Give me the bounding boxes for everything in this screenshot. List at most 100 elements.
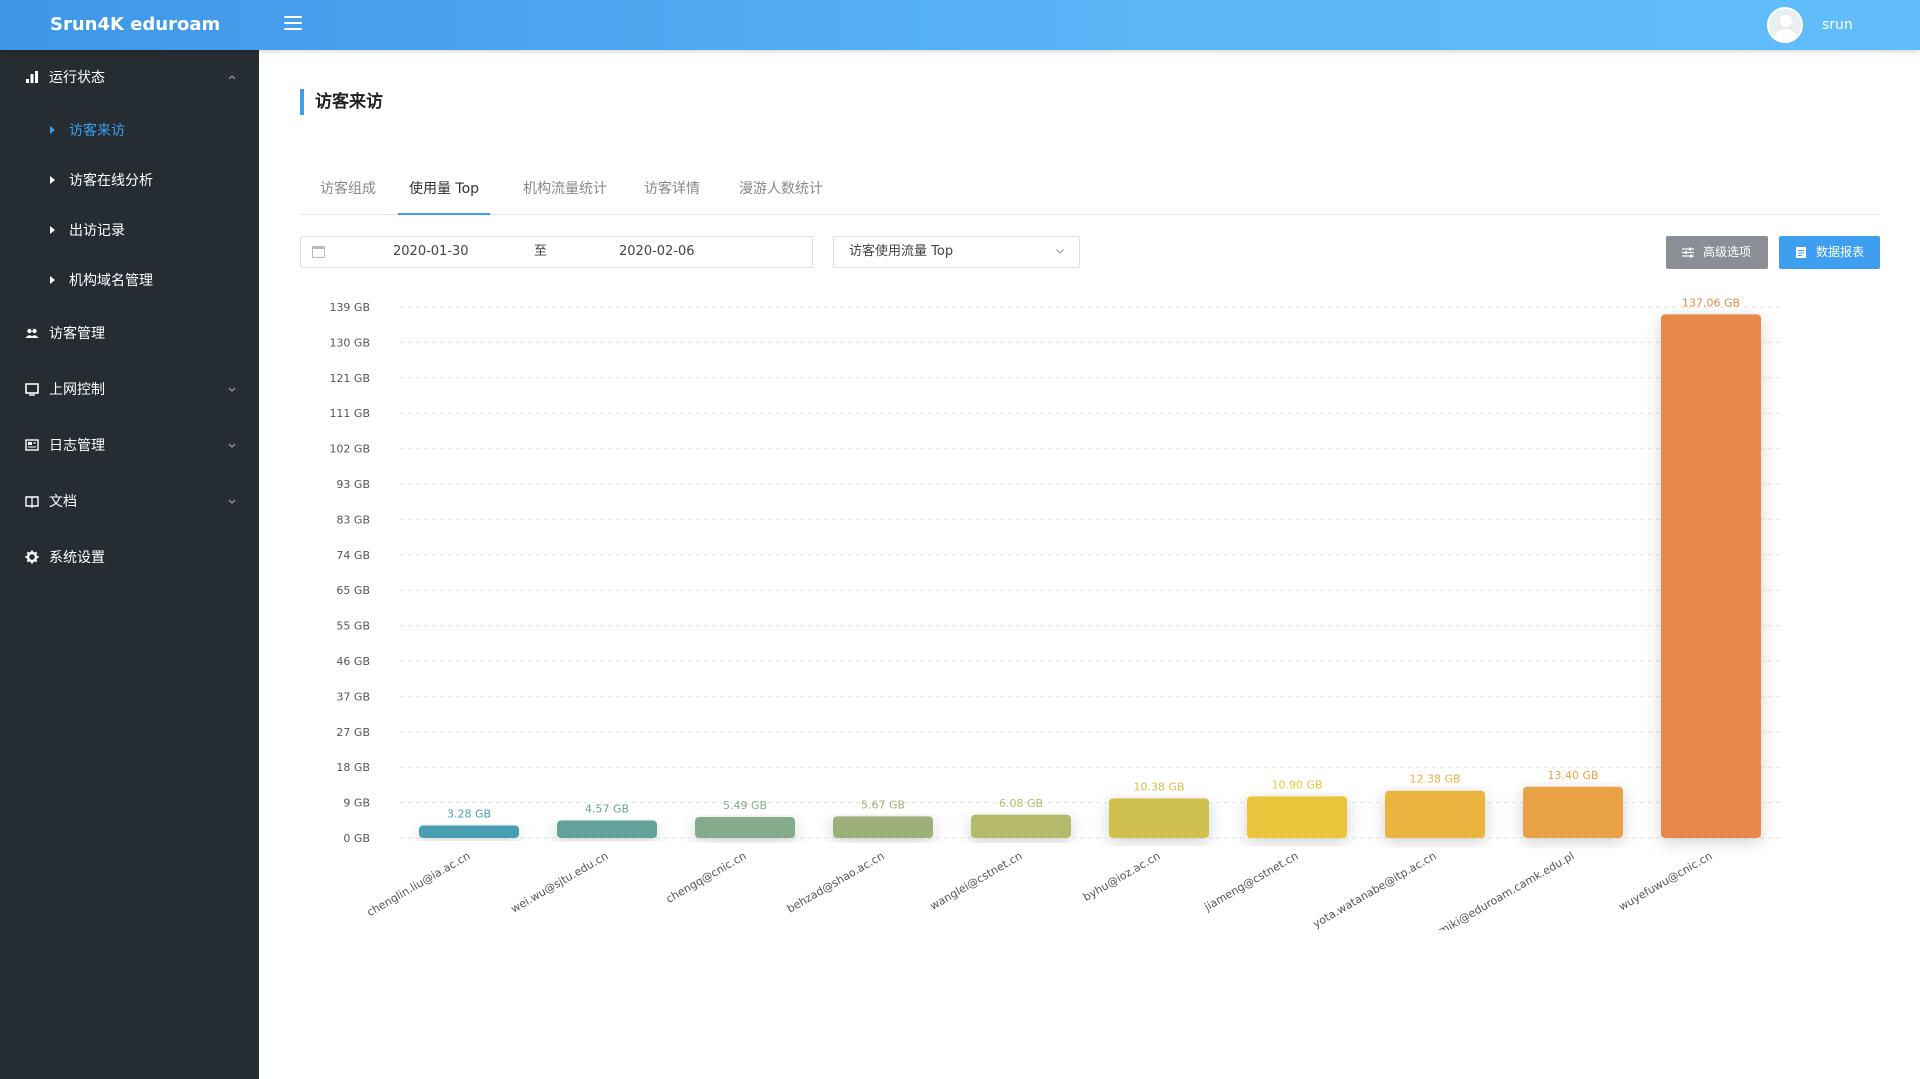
sidebar-subitem-label: 机构域名管理 [69, 273, 153, 289]
usage-bar-chart: 0 GB 9 GB 18 GB 27 GB 37 GB 46 GB 55 GB 65 GB 74… [329, 296, 1780, 930]
y-tick-label: 55 GB [336, 620, 370, 633]
metric-select-value: 访客使用流量 Top [849, 244, 954, 259]
chevron-down-icon [228, 387, 236, 392]
tab-org-traffic[interactable]: 机构流量统计 [515, 165, 615, 215]
chart-bar [1385, 790, 1485, 838]
y-tick-label: 9 GB [343, 797, 370, 810]
sidebar-item-docs[interactable]: 文档 [0, 480, 259, 524]
date-separator: 至 [534, 244, 548, 259]
sidebar-item-label: 系统设置 [49, 550, 105, 566]
sidebar-item-label: 访客管理 [49, 326, 105, 342]
sidebar-subitem-visitor-visits[interactable]: 访客来访 [0, 111, 259, 151]
y-tick-label: 111 GB [329, 407, 370, 420]
sidebar-subitem-label: 访客在线分析 [69, 173, 153, 189]
book-icon [25, 496, 39, 508]
sidebar-item-status[interactable]: 运行状态 [0, 56, 259, 100]
caret-right-icon [50, 226, 55, 234]
advanced-options-button[interactable]: 高级选项 [1666, 236, 1768, 269]
x-category-label: wuyefuwu@cnic.cn [1616, 849, 1714, 913]
chart-bar [1661, 314, 1761, 838]
page-title: 访客来访 [315, 92, 383, 112]
sidebar-subitem-label: 访客来访 [69, 123, 125, 139]
advanced-options-label: 高级选项 [1703, 245, 1752, 259]
sidebar-item-label: 上网控制 [49, 382, 105, 398]
caret-right-icon [50, 276, 55, 284]
sidebar-item-label: 文档 [49, 494, 77, 510]
report-icon [1796, 247, 1806, 258]
bar-value-label: 5.67 GB [861, 798, 905, 811]
bar-value-label: 3.28 GB [447, 807, 491, 820]
bar-value-label: 12.38 GB [1409, 773, 1460, 786]
avatar[interactable] [1767, 7, 1803, 43]
y-tick-label: 93 GB [336, 478, 370, 491]
sidebar-subitem-online-analysis[interactable]: 访客在线分析 [0, 161, 259, 201]
end-date-input[interactable]: 2020-02-06 [619, 237, 695, 267]
tab-visitor-composition[interactable]: 访客组成 [300, 165, 396, 215]
users-icon [25, 328, 39, 338]
tab-visitor-details[interactable]: 访客详情 [637, 165, 707, 215]
bar-value-label: 10.90 GB [1271, 778, 1322, 791]
x-category-label: miki@eduroam.camk.edu.pl [1436, 849, 1576, 930]
top-header: Srun4K eduroam srun [0, 0, 1920, 50]
sidebar-item-access-control[interactable]: 上网控制 [0, 368, 259, 412]
y-tick-label: 65 GB [336, 584, 370, 597]
main-content: 访客来访 访客组成 使用量 Top 机构流量统计 访客详情 漫游人数统计 202… [259, 50, 1920, 1079]
sidebar-item-visitor-management[interactable]: 访客管理 [0, 312, 259, 356]
chevron-down-icon [1056, 249, 1064, 254]
y-tick-label: 46 GB [336, 655, 370, 668]
menu-toggle-icon[interactable] [284, 16, 302, 32]
tab-bar: 访客组成 使用量 Top 机构流量统计 访客详情 漫游人数统计 [300, 165, 1880, 215]
tab-usage-top[interactable]: 使用量 Top [398, 165, 490, 215]
sidebar-item-log-management[interactable]: 日志管理 [0, 424, 259, 468]
y-tick-label: 27 GB [336, 726, 370, 739]
data-report-button[interactable]: 数据报表 [1779, 236, 1880, 269]
gear-icon [25, 550, 39, 564]
chevron-down-icon [228, 443, 236, 448]
chart-bar [419, 825, 519, 838]
username[interactable]: srun [1822, 0, 1853, 50]
y-tick-label: 18 GB [336, 761, 370, 774]
y-tick-label: 130 GB [329, 336, 370, 349]
bar-value-label: 6.08 GB [999, 797, 1043, 810]
x-category-label: wei.wu@sjtu.edu.cn [509, 849, 611, 915]
chart-bar [695, 817, 795, 838]
monitor-icon [25, 383, 39, 396]
data-report-label: 数据报表 [1816, 245, 1865, 259]
sidebar-subitem-outbound-records[interactable]: 出访记录 [0, 211, 259, 251]
bar-value-label: 5.49 GB [723, 799, 767, 812]
chart-bar [833, 816, 933, 838]
bar-value-label: 137.06 GB [1682, 296, 1740, 309]
y-tick-label: 121 GB [329, 372, 370, 385]
y-tick-label: 83 GB [336, 513, 370, 526]
chevron-up-icon [228, 75, 236, 80]
caret-right-icon [50, 126, 55, 134]
title-accent-bar [300, 89, 304, 115]
bar-value-label: 10.38 GB [1133, 780, 1184, 793]
sliders-icon [1682, 247, 1694, 258]
y-tick-label: 74 GB [336, 549, 370, 562]
newspaper-icon [25, 439, 39, 451]
sidebar-item-label: 日志管理 [49, 438, 105, 454]
start-date-input[interactable]: 2020-01-30 [393, 237, 469, 267]
x-category-label: chengq@cnic.cn [664, 849, 749, 905]
x-category-label: chenglin.liu@ia.ac.cn [365, 849, 473, 919]
date-range-picker[interactable]: 2020-01-30 至 2020-02-06 [300, 236, 813, 268]
y-tick-label: 0 GB [343, 832, 370, 845]
x-category-label: wanglei@cstnet.cn [928, 849, 1025, 912]
metric-select[interactable]: 访客使用流量 Top [833, 236, 1080, 268]
bar-value-label: 13.40 GB [1547, 769, 1598, 782]
usage-top-chart: 0 GB 9 GB 18 GB 27 GB 37 GB 46 GB 55 GB 65 GB 74… [300, 290, 1880, 930]
tab-roaming-count[interactable]: 漫游人数统计 [731, 165, 831, 215]
x-category-label: jiameng@cstnet.cn [1201, 849, 1300, 914]
sidebar-subitem-label: 出访记录 [69, 223, 125, 239]
chart-bar [1523, 786, 1623, 838]
bar-chart-icon [26, 71, 38, 83]
sidebar-subitem-domain-management[interactable]: 机构域名管理 [0, 261, 259, 301]
app-title: Srun4K eduroam [50, 14, 221, 35]
y-tick-label: 139 GB [329, 301, 370, 314]
sidebar-item-system-settings[interactable]: 系统设置 [0, 536, 259, 580]
chart-bar [971, 814, 1071, 838]
sidebar: 运行状态 访客来访 访客在线分析 出访记录 机构域名管理 访客管理 上网控制 日… [0, 50, 259, 1079]
calendar-icon [312, 246, 325, 258]
chevron-down-icon [228, 499, 236, 504]
